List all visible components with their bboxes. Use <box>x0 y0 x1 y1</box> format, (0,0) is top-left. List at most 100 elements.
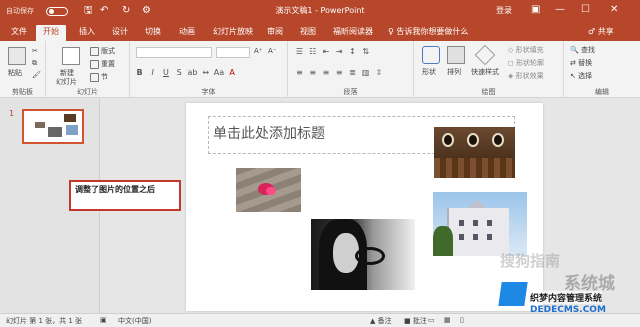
select-label: 选择 <box>578 72 593 80</box>
title-placeholder-text: 单击此处添加标题 <box>213 126 325 142</box>
line-spacing-icon[interactable]: ↕ <box>347 47 358 56</box>
tab-foxit[interactable]: 福昕阅读器 <box>326 25 380 41</box>
thumbnail-number: 1 <box>9 109 15 118</box>
watermark-logo-icon <box>498 282 528 306</box>
reset-button[interactable]: 重置 <box>90 59 115 69</box>
document-title: 演示文稿1 - PowerPoint <box>275 6 365 15</box>
tab-transitions[interactable]: 切换 <box>138 25 168 41</box>
cut-icon[interactable]: ✂ <box>32 47 38 55</box>
align-center-icon[interactable]: ≡ <box>307 68 318 77</box>
new-slide-icon[interactable] <box>62 47 80 65</box>
bullets-icon[interactable]: ☰ <box>294 47 305 56</box>
reset-icon <box>90 59 99 69</box>
align-right-icon[interactable]: ≡ <box>320 68 331 77</box>
font-color-icon[interactable]: A <box>227 68 238 77</box>
notes-button[interactable]: ▲ 备注 <box>370 316 392 326</box>
woman-glasses <box>355 247 385 265</box>
drawing-label: 绘图 <box>481 88 496 96</box>
shape-fill-button[interactable]: ◇ 形状填充 <box>508 45 544 55</box>
distributed-icon[interactable]: ≣ <box>347 68 358 77</box>
arrange-button[interactable]: 排列 <box>447 67 461 77</box>
spellcheck-icon[interactable]: ▣ <box>100 316 107 324</box>
picture-woman[interactable] <box>311 219 415 290</box>
ribbon-options-icon[interactable]: ▣ <box>531 4 540 15</box>
char-spacing-icon[interactable]: ↔ <box>200 68 211 77</box>
decrease-indent-icon[interactable]: ⇤ <box>320 47 331 56</box>
quick-styles-button[interactable]: 快速样式 <box>471 67 499 77</box>
close-button[interactable]: ✕ <box>610 4 618 15</box>
normal-view-icon[interactable]: ▭ <box>428 316 435 324</box>
align-text-icon[interactable]: ⇳ <box>373 68 384 77</box>
layout-icon <box>90 46 99 56</box>
tab-insert[interactable]: 插入 <box>72 25 102 41</box>
paste-icon[interactable] <box>8 47 26 65</box>
font-label: 字体 <box>201 88 216 96</box>
picture-flower[interactable] <box>236 168 301 212</box>
columns-icon[interactable]: ▥ <box>360 68 371 77</box>
shrink-font-icon[interactable]: A⁻ <box>268 47 276 55</box>
shape-outline-button[interactable]: ◻ 形状轮廓 <box>508 58 544 68</box>
picture-statues[interactable] <box>434 127 515 178</box>
new-slide-button-line2[interactable]: 幻灯片 <box>56 77 77 87</box>
tab-review[interactable]: 审阅 <box>260 25 290 41</box>
reading-view-icon[interactable]: ▯ <box>460 316 464 324</box>
building-window <box>487 220 492 226</box>
shapes-icon[interactable] <box>422 46 440 64</box>
slide-sorter-icon[interactable]: ▦ <box>444 316 451 324</box>
layout-button[interactable]: 版式 <box>90 46 115 56</box>
slide-canvas[interactable]: 单击此处添加标题 <box>186 103 543 311</box>
underline-button[interactable]: U <box>160 68 171 77</box>
numbering-icon[interactable]: ☷ <box>307 47 318 56</box>
format-painter-icon[interactable]: 🖌 <box>32 71 41 79</box>
section-button[interactable]: 节 <box>90 72 108 82</box>
replace-label: 替换 <box>578 59 593 67</box>
tab-slideshow[interactable]: 幻灯片放映 <box>206 25 260 41</box>
font-format-row: B I U S ab ↔ Aa A <box>134 68 238 77</box>
increase-indent-icon[interactable]: ⇥ <box>334 47 345 56</box>
change-case-icon[interactable]: Aa <box>213 68 224 77</box>
quick-styles-icon[interactable] <box>474 44 496 66</box>
grow-font-icon[interactable]: A⁺ <box>254 47 262 55</box>
building-body <box>447 208 509 256</box>
tell-me-search[interactable]: ♀ 告诉我你想要做什么 <box>388 26 468 37</box>
bold-button[interactable]: B <box>134 68 145 77</box>
find-button[interactable]: 🔍 查找 <box>570 45 595 55</box>
picture-building[interactable] <box>433 192 527 256</box>
shapes-button[interactable]: 形状 <box>422 67 436 77</box>
font-name-select[interactable] <box>136 47 212 58</box>
comments-button[interactable]: ■ 批注 <box>404 316 427 326</box>
tab-file[interactable]: 文件 <box>4 25 34 41</box>
tab-animations[interactable]: 动画 <box>172 25 202 41</box>
select-button[interactable]: ↖ 选择 <box>570 71 592 81</box>
font-size-select[interactable] <box>216 47 250 58</box>
minimize-button[interactable]: — <box>555 4 565 15</box>
strikethrough-button[interactable]: S <box>174 68 185 77</box>
share-button[interactable]: ♂ 共享 <box>588 26 614 37</box>
statue-head-3 <box>492 133 504 147</box>
find-label: 查找 <box>580 46 595 54</box>
shape-effects-button[interactable]: ◈ 形状效果 <box>508 71 544 81</box>
arrange-icon[interactable] <box>447 46 465 64</box>
tab-home[interactable]: 开始 <box>36 25 66 41</box>
shadow-button[interactable]: ab <box>187 68 198 77</box>
slide-thumbnail[interactable] <box>22 109 84 144</box>
shape-outline-label: 形状轮廓 <box>516 59 545 67</box>
language-status[interactable]: 中文(中国) <box>118 316 151 326</box>
replace-button[interactable]: ⇄ 替换 <box>570 58 592 68</box>
annotation-callout: 调整了图片的位置之后 <box>69 180 181 211</box>
shape-fill-label: 形状填充 <box>515 46 544 54</box>
align-left-icon[interactable]: ≡ <box>294 68 305 77</box>
paragraph-group: ☰ ☷ ⇤ ⇥ ↕ ⇅ ≡ ≡ ≡ ≡ ≣ ▥ ⇳ 段落 <box>288 41 414 98</box>
justify-icon[interactable]: ≡ <box>334 68 345 77</box>
paste-button[interactable]: 粘贴 <box>8 68 22 78</box>
login-link[interactable]: 登录 <box>496 5 512 16</box>
copy-icon[interactable]: ⧉ <box>32 59 37 68</box>
tab-view[interactable]: 视图 <box>293 25 323 41</box>
text-direction-icon[interactable]: ⇅ <box>360 47 371 56</box>
italic-button[interactable]: I <box>147 68 158 77</box>
restore-button[interactable]: ☐ <box>581 4 590 15</box>
clipboard-label: 剪贴板 <box>12 88 33 96</box>
font-group: A⁺ A⁻ B I U S ab ↔ Aa A 字体 <box>130 41 288 98</box>
tab-design[interactable]: 设计 <box>105 25 135 41</box>
editing-group: 🔍 查找 ⇄ 替换 ↖ 选择 编辑 <box>564 41 640 98</box>
